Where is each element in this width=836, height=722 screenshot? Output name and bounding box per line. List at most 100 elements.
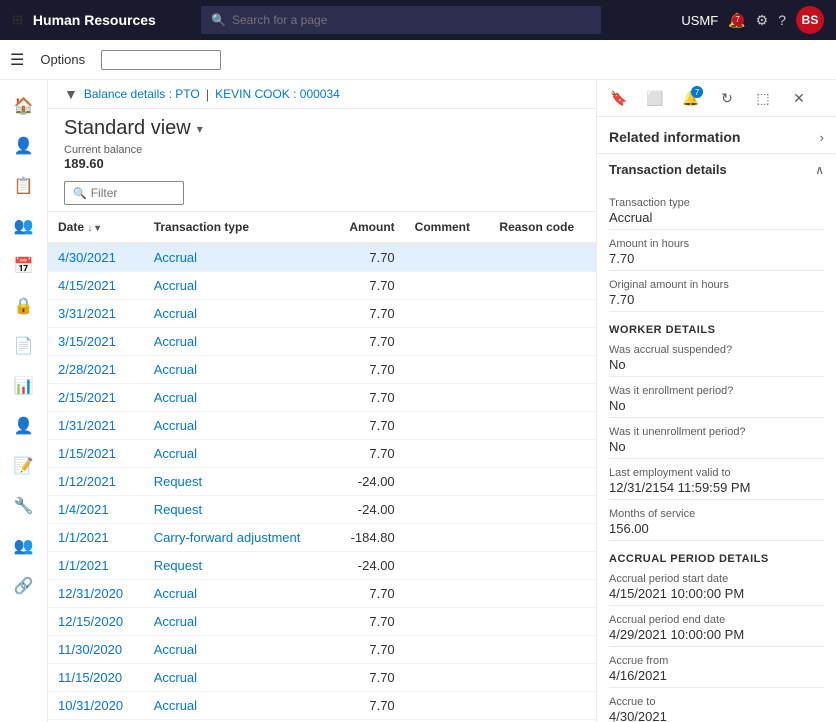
toolbar-area: 🔍 xyxy=(48,175,596,212)
amount-hours-value: 7.70 xyxy=(609,251,824,271)
table-row[interactable]: 4/15/2021 Accrual 7.70 xyxy=(48,272,596,300)
cell-type-8: Request xyxy=(144,468,331,496)
table-row[interactable]: 11/15/2020 Accrual 7.70 xyxy=(48,664,596,692)
cell-reason-16 xyxy=(489,692,596,720)
accrue-to-field: Accrue to 4/30/2021 xyxy=(609,692,824,722)
sidebar-item-chart[interactable]: 📊 xyxy=(6,368,42,404)
sidebar-item-list[interactable]: 📋 xyxy=(6,168,42,204)
related-information-header: Related information › xyxy=(597,117,836,154)
table-row[interactable]: 3/15/2021 Accrual 7.70 xyxy=(48,328,596,356)
sidebar-item-group[interactable]: 👥 xyxy=(6,528,42,564)
bookmark-icon[interactable]: 🔖 xyxy=(605,84,633,112)
breadcrumb-filter[interactable]: Balance details : PTO xyxy=(84,87,200,101)
cell-type-2: Accrual xyxy=(144,300,331,328)
cell-reason-11 xyxy=(489,552,596,580)
cell-date-1: 4/15/2021 xyxy=(48,272,144,300)
sidebar-item-tools[interactable]: 🔧 xyxy=(6,488,42,524)
search-bar[interactable]: 🔍 xyxy=(201,6,601,34)
table-row[interactable]: 1/12/2021 Request -24.00 xyxy=(48,468,596,496)
table-row[interactable]: 2/15/2021 Accrual 7.70 xyxy=(48,384,596,412)
sidebar-item-calendar[interactable]: 📅 xyxy=(6,248,42,284)
transaction-details-header[interactable]: Transaction details ∧ xyxy=(597,154,836,185)
sidebar-item-link[interactable]: 🔗 xyxy=(6,568,42,604)
breadcrumb-user[interactable]: KEVIN COOK : 000034 xyxy=(215,87,340,101)
breadcrumb-separator: | xyxy=(206,87,209,102)
cell-reason-14 xyxy=(489,636,596,664)
expand-icon[interactable]: ⬚ xyxy=(749,84,777,112)
sidebar-item-lock[interactable]: 🔒 xyxy=(6,288,42,324)
table-row[interactable]: 1/1/2021 Carry-forward adjustment -184.8… xyxy=(48,524,596,552)
cell-type-13: Accrual xyxy=(144,608,331,636)
sidebar-item-doc[interactable]: 📄 xyxy=(6,328,42,364)
balance-label: Current balance xyxy=(64,144,580,156)
refresh-icon[interactable]: ↻ xyxy=(713,84,741,112)
title-chevron-icon[interactable]: ▾ xyxy=(197,122,203,136)
table-row[interactable]: 1/31/2021 Accrual 7.70 xyxy=(48,412,596,440)
options-button[interactable]: Options xyxy=(32,48,93,71)
cell-type-12: Accrual xyxy=(144,580,331,608)
cell-type-7: Accrual xyxy=(144,440,331,468)
cell-amount-12: 7.70 xyxy=(331,580,404,608)
search-input[interactable] xyxy=(232,13,591,27)
cell-amount-10: -184.80 xyxy=(331,524,404,552)
col-amount: Amount xyxy=(331,212,404,243)
cell-reason-5 xyxy=(489,384,596,412)
enrollment-period-value: No xyxy=(609,398,824,418)
close-panel-icon[interactable]: ✕ xyxy=(785,84,813,112)
cell-reason-15 xyxy=(489,664,596,692)
table-row[interactable]: 1/4/2021 Request -24.00 xyxy=(48,496,596,524)
secondary-search-input[interactable] xyxy=(101,50,221,70)
cell-comment-1 xyxy=(405,272,490,300)
sidebar-item-user2[interactable]: 👤 xyxy=(6,408,42,444)
table-row[interactable]: 11/30/2020 Accrual 7.70 xyxy=(48,636,596,664)
table-row[interactable]: 10/31/2020 Accrual 7.70 xyxy=(48,692,596,720)
transaction-type-label: Transaction type xyxy=(609,197,824,209)
original-amount-label: Original amount in hours xyxy=(609,279,824,291)
table-row[interactable]: 12/15/2020 Accrual 7.70 xyxy=(48,608,596,636)
sidebar-item-home[interactable]: 🏠 xyxy=(6,88,42,124)
avatar[interactable]: BS xyxy=(796,6,824,34)
filter-input[interactable] xyxy=(91,186,171,200)
notification-icon[interactable]: 🔔 7 xyxy=(728,12,745,29)
settings-icon[interactable]: ⚙ xyxy=(756,12,769,29)
accrual-period-subtitle: ACCRUAL PERIOD DETAILS xyxy=(609,545,824,569)
accrue-from-field: Accrue from 4/16/2021 xyxy=(609,651,824,692)
sort-icon-date[interactable]: ↓ ▾ xyxy=(87,223,100,234)
col-date: Date ↓ ▾ xyxy=(48,212,144,243)
cell-comment-12 xyxy=(405,580,490,608)
table-row[interactable]: 1/15/2021 Accrual 7.70 xyxy=(48,440,596,468)
col-comment: Comment xyxy=(405,212,490,243)
table-row[interactable]: 1/1/2021 Request -24.00 xyxy=(48,552,596,580)
transaction-details-chevron[interactable]: ∧ xyxy=(815,163,824,177)
sidebar-item-team[interactable]: 👥 xyxy=(6,208,42,244)
unenrollment-period-field: Was it unenrollment period? No xyxy=(609,422,824,463)
table-row[interactable]: 2/28/2021 Accrual 7.70 xyxy=(48,356,596,384)
page-header: Standard view ▾ Current balance 189.60 xyxy=(48,109,596,175)
table-row[interactable]: 4/30/2021 Accrual 7.70 xyxy=(48,243,596,272)
panel-chevron-icon[interactable]: › xyxy=(820,130,824,145)
table-row[interactable]: 3/31/2021 Accrual 7.70 xyxy=(48,300,596,328)
cell-amount-7: 7.70 xyxy=(331,440,404,468)
cell-reason-1 xyxy=(489,272,596,300)
hamburger-icon[interactable]: ☰ xyxy=(10,50,24,70)
sidebar-item-people[interactable]: 👤 xyxy=(6,128,42,164)
top-nav-right: USMF 🔔 7 ⚙ ? BS xyxy=(681,6,824,34)
grid-icon[interactable]: ⊞ xyxy=(12,12,23,28)
amount-hours-label: Amount in hours xyxy=(609,238,824,250)
share-icon[interactable]: ⬜ xyxy=(641,84,669,112)
cell-reason-9 xyxy=(489,496,596,524)
help-icon[interactable]: ? xyxy=(778,12,786,28)
alert-icon[interactable]: 🔔 7 xyxy=(677,84,705,112)
accrual-suspended-field: Was accrual suspended? No xyxy=(609,340,824,381)
cell-comment-5 xyxy=(405,384,490,412)
cell-type-5: Accrual xyxy=(144,384,331,412)
filter-input-container[interactable]: 🔍 xyxy=(64,181,184,205)
table-row[interactable]: 12/31/2020 Accrual 7.70 xyxy=(48,580,596,608)
cell-comment-15 xyxy=(405,664,490,692)
cell-comment-16 xyxy=(405,692,490,720)
sidebar-item-note[interactable]: 📝 xyxy=(6,448,42,484)
cell-amount-5: 7.70 xyxy=(331,384,404,412)
months-service-value: 156.00 xyxy=(609,521,824,541)
transaction-details-body: Transaction type Accrual Amount in hours… xyxy=(597,185,836,722)
original-amount-field: Original amount in hours 7.70 xyxy=(609,275,824,316)
